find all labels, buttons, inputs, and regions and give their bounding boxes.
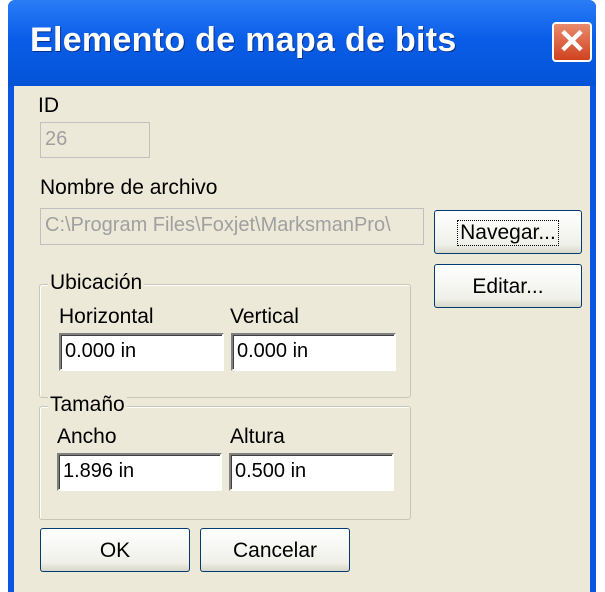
edit-button[interactable]: Editar... (434, 264, 582, 308)
filename-field: C:\Program Files\Foxjet\MarksmanPro\ (40, 208, 424, 245)
vertical-field[interactable]: 0.000 in (231, 333, 396, 371)
id-label: ID (38, 94, 59, 117)
ok-button[interactable]: OK (40, 528, 190, 572)
cancel-button-label: Cancelar (232, 539, 318, 562)
filename-label: Nombre de archivo (40, 176, 218, 199)
location-legend: Ubicación (48, 271, 145, 295)
id-field: 26 (40, 122, 150, 158)
dialog-window: Elemento de mapa de bits ✕ ID 26 Nombre … (8, 0, 596, 592)
cancel-button[interactable]: Cancelar (200, 528, 350, 572)
height-label: Altura (230, 425, 285, 448)
edit-button-label: Editar... (472, 275, 544, 298)
location-group: Ubicación Horizontal Vertical 0.000 in 0… (39, 271, 411, 398)
size-legend: Tamaño (48, 393, 127, 417)
vertical-label: Vertical (230, 305, 299, 328)
title-bar[interactable]: Elemento de mapa de bits ✕ (8, 0, 596, 86)
width-field[interactable]: 1.896 in (57, 453, 222, 491)
width-label: Ancho (57, 425, 117, 448)
size-group: Tamaño Ancho Altura 1.896 in 0.500 in (39, 393, 411, 520)
browse-button-label: Navegar... (457, 220, 559, 246)
horizontal-field[interactable]: 0.000 in (59, 333, 224, 371)
horizontal-label: Horizontal (59, 305, 154, 328)
height-field[interactable]: 0.500 in (229, 453, 394, 491)
dialog-title: Elemento de mapa de bits (30, 21, 457, 59)
dialog-body: ID 26 Nombre de archivo C:\Program Files… (14, 86, 590, 592)
browse-button[interactable]: Navegar... (434, 210, 582, 254)
ok-button-label: OK (99, 539, 131, 562)
close-button[interactable]: ✕ (552, 22, 592, 62)
close-icon: ✕ (557, 23, 587, 61)
